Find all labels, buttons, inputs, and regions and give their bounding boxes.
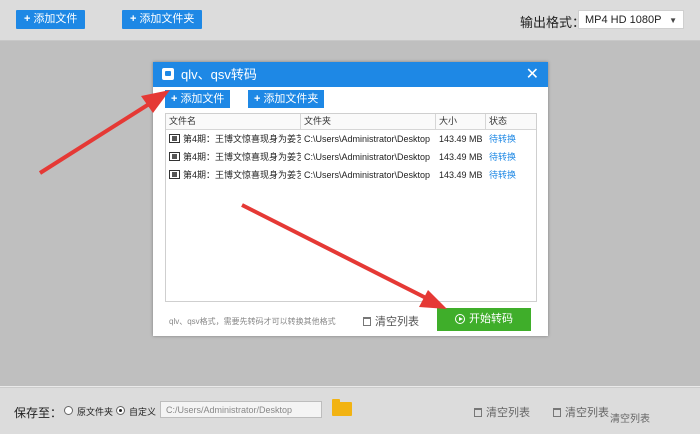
radio-original-folder[interactable] (64, 406, 73, 415)
annotation-arrow-line (241, 203, 433, 303)
annotation-arrowhead (141, 90, 170, 113)
annotation-arrow-line (38, 97, 159, 175)
clear-list-label: 清空列表 (610, 414, 650, 425)
clear-list-label: 清空列表 (486, 407, 530, 419)
radio-custom-label: 自定义 (129, 407, 157, 417)
radio-original-folder-label: 原文件夹 (77, 407, 114, 417)
trash-icon (553, 408, 561, 417)
folder-icon[interactable] (332, 399, 352, 416)
clear-list-label: 清空列表 (565, 407, 609, 419)
clear-list-button[interactable]: 清空列表 (610, 410, 650, 425)
trash-icon (474, 408, 482, 417)
save-to-label: 保存至： (14, 406, 63, 420)
clear-list-button[interactable]: 清空列表 (553, 404, 609, 420)
annotation-arrows (38, 90, 447, 309)
annotation-arrowhead (419, 290, 447, 309)
bottom-bar: 保存至： 原文件夹 自定义 C:/Users/Administrator/Des… (0, 387, 700, 434)
clear-list-button[interactable]: 清空列表 (474, 404, 530, 420)
radio-custom[interactable] (116, 406, 125, 415)
output-path-input[interactable]: C:/Users/Administrator/Desktop (160, 401, 322, 418)
